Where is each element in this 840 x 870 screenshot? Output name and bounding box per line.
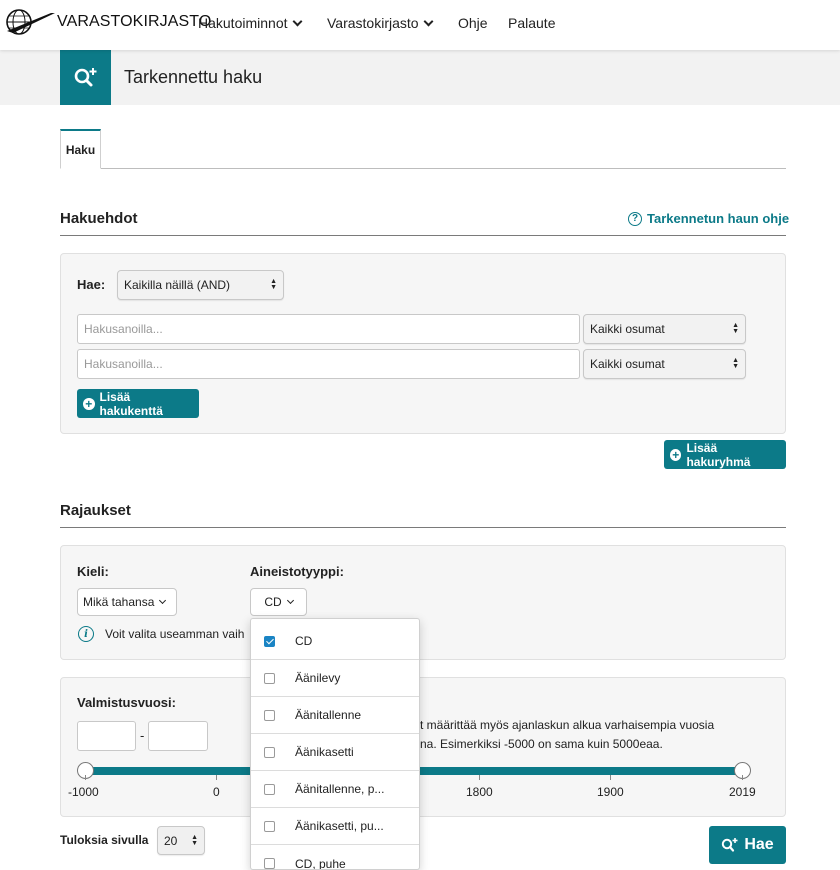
- section-divider: [60, 235, 786, 236]
- advanced-search-help-link[interactable]: ? Tarkennetun haun ohje: [628, 211, 789, 226]
- nav-palaute[interactable]: Palaute: [508, 15, 555, 31]
- format-option[interactable]: CD, puhe: [251, 845, 419, 870]
- year-from-input[interactable]: [77, 721, 136, 751]
- year-range-separator: -: [140, 728, 145, 743]
- match-type-value: Kaikilla näillä (AND): [124, 278, 231, 292]
- format-label: Aineistotyyppi:: [250, 564, 344, 579]
- nav-label: Hakutoiminnot: [198, 15, 288, 31]
- add-search-group-button[interactable]: + Lisää hakuryhmä: [664, 440, 786, 469]
- language-label: Kieli:: [77, 564, 109, 579]
- slider-tick-label: 0: [213, 785, 220, 799]
- add-search-field-button[interactable]: + Lisää hakukenttä: [77, 389, 199, 418]
- button-label: Lisää hakuryhmä: [686, 440, 751, 469]
- search-term-input-1[interactable]: Hakusanoilla...: [77, 314, 580, 344]
- slider-tick-label: -1000: [68, 785, 99, 799]
- top-navigation: VARASTOKIRJASTO Hakutoiminnot Varastokir…: [0, 0, 840, 50]
- format-option[interactable]: Äänikasetti: [251, 734, 419, 771]
- chevron-down-icon: [286, 596, 294, 605]
- tab-bar-line: [60, 168, 786, 169]
- format-option[interactable]: Äänikasetti, pu...: [251, 808, 419, 845]
- question-icon: ?: [628, 211, 642, 226]
- button-label: Lisää hakukenttä: [99, 389, 163, 418]
- field-type-value: Kaikki osumat: [590, 322, 665, 336]
- format-option-label: Äänikasetti, pu...: [295, 819, 384, 833]
- format-option-label: Äänilevy: [295, 671, 341, 685]
- language-select[interactable]: Mikä tahansa: [77, 588, 177, 616]
- slider-tick-label: 1900: [597, 785, 624, 799]
- search-plus-icon: [74, 67, 96, 86]
- nav-varastokirjasto[interactable]: Varastokirjasto: [327, 15, 434, 31]
- year-to-input[interactable]: [148, 721, 208, 751]
- plus-circle-icon: +: [670, 448, 682, 461]
- logo[interactable]: VARASTOKIRJASTO: [5, 7, 211, 37]
- nav-hakutoiminnot[interactable]: Hakutoiminnot: [198, 15, 302, 31]
- multi-select-info-text: Voit valita useamman vaih: [105, 627, 245, 641]
- nav-label: Varastokirjasto: [327, 15, 419, 31]
- format-option-label: Äänitallenne: [295, 708, 362, 722]
- year-info-line-2: na. Esimerkiksi -5000 on sama kuin 5000e…: [420, 737, 663, 751]
- nav-ohje[interactable]: Ohje: [458, 15, 488, 31]
- format-dropdown-menu: CD Äänilevy Äänitallenne Äänikasetti Ään…: [250, 618, 420, 870]
- chevron-down-icon: [292, 16, 302, 26]
- slider-tick: [85, 775, 86, 780]
- page-title: Tarkennettu haku: [124, 67, 263, 87]
- select-arrows-icon: ▲ ▼: [732, 322, 739, 335]
- limits-heading: Rajaukset: [60, 502, 131, 519]
- select-arrows-icon: ▲ ▼: [270, 278, 277, 291]
- search-plus-icon: [722, 838, 738, 852]
- checkbox[interactable]: [264, 820, 275, 832]
- format-option[interactable]: Äänitallenne: [251, 697, 419, 734]
- match-label: Hae:: [77, 277, 106, 292]
- field-type-select-2[interactable]: Kaikki osumat ▲ ▼: [583, 349, 746, 379]
- format-option-label: Äänitallenne, p...: [295, 782, 385, 796]
- search-submit-button[interactable]: Hae: [709, 826, 786, 864]
- slider-tick-label: 2019: [729, 785, 756, 799]
- logo-text: VARASTOKIRJASTO: [57, 13, 212, 30]
- search-criteria-heading: Hakuehdot: [60, 210, 138, 227]
- per-page-value: 20: [164, 833, 178, 848]
- checkbox[interactable]: [264, 783, 275, 795]
- slider-tick: [742, 775, 743, 780]
- checkbox[interactable]: [264, 858, 275, 869]
- format-option[interactable]: CD: [251, 623, 419, 660]
- results-per-page-select[interactable]: 20 ▲ ▼: [157, 826, 205, 855]
- field-type-value: Kaikki osumat: [590, 357, 665, 371]
- tab-haku[interactable]: Haku: [60, 129, 101, 169]
- slider-tick: [216, 775, 217, 780]
- help-link-label: Tarkennetun haun ohje: [647, 211, 790, 226]
- title-icon-box: [60, 50, 111, 105]
- year-label: Valmistusvuosi:: [77, 695, 176, 710]
- section-divider: [60, 527, 786, 528]
- select-arrows-icon: ▲ ▼: [732, 357, 739, 370]
- checkbox-checked[interactable]: [264, 635, 275, 647]
- format-option[interactable]: Äänilevy: [251, 660, 419, 697]
- nav-label: Ohje: [458, 15, 488, 31]
- info-icon: i: [78, 626, 94, 642]
- search-button-label: Hae: [744, 836, 774, 853]
- format-select[interactable]: CD: [250, 588, 307, 616]
- checkbox[interactable]: [264, 672, 275, 684]
- slider-tick: [610, 775, 611, 780]
- chevron-down-icon: [423, 16, 434, 26]
- checkbox[interactable]: [264, 746, 275, 758]
- plus-circle-icon: +: [83, 397, 95, 410]
- checkbox[interactable]: [264, 709, 275, 721]
- format-option-label: CD: [295, 634, 313, 648]
- format-option-label: CD, puhe: [295, 856, 346, 870]
- nav-label: Palaute: [508, 15, 556, 31]
- match-type-select[interactable]: Kaikilla näillä (AND) ▲ ▼: [117, 270, 284, 300]
- format-option[interactable]: Äänitallenne, p...: [251, 771, 419, 808]
- field-type-select-1[interactable]: Kaikki osumat ▲ ▼: [583, 314, 746, 344]
- year-info-line-1: t määrittää myös ajanlaskun alkua varhai…: [420, 718, 715, 732]
- search-term-input-2[interactable]: Hakusanoilla...: [77, 349, 580, 379]
- slider-tick-label: 1800: [466, 785, 493, 799]
- chevron-down-icon: [159, 596, 167, 605]
- format-option-label: Äänikasetti: [295, 745, 354, 759]
- results-per-page-label: Tuloksia sivulla: [60, 833, 149, 847]
- language-value: Mikä tahansa: [83, 595, 155, 609]
- select-arrows-icon: ▲ ▼: [191, 834, 198, 847]
- globe-logo-icon: [6, 9, 55, 35]
- slider-tick: [479, 775, 480, 780]
- format-value: CD: [264, 595, 282, 609]
